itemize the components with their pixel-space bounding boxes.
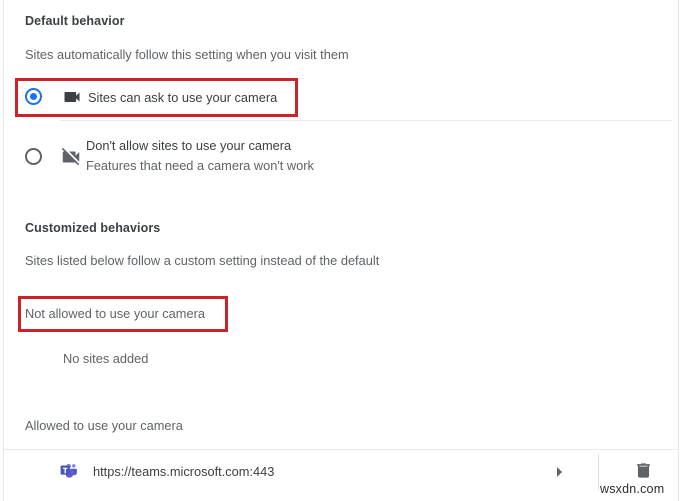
customized-behaviors-title: Customized behaviors [25,221,161,235]
radio-sublabel-dont-allow: Features that need a camera won't work [86,158,314,173]
camera-icon [62,87,82,107]
radio-button-sites-can-ask[interactable] [25,88,42,105]
site-row-action-divider [598,454,599,490]
chevron-right-icon[interactable] [554,466,564,481]
microsoft-teams-icon [60,462,78,480]
trash-icon[interactable] [634,461,653,480]
default-behavior-subtitle: Sites automatically follow this setting … [25,47,349,62]
radio-label-sites-can-ask: Sites can ask to use your camera [88,90,278,105]
radio-button-dont-allow[interactable] [25,148,42,165]
customized-behaviors-subtitle: Sites listed below follow a custom setti… [25,253,380,268]
watermark: wsxdn.com [600,482,665,496]
radio-row-sites-can-ask[interactable]: Sites can ask to use your camera [0,75,690,121]
site-row-teams[interactable]: https://teams.microsoft.com:443 [0,450,690,494]
option-divider [60,120,672,121]
site-url-teams: https://teams.microsoft.com:443 [93,464,275,479]
group-label-not-allowed: Not allowed to use your camera [25,306,205,321]
radio-label-dont-allow: Don't allow sites to use your camera [86,138,292,153]
camera-permissions-settings-page: Default behavior Sites automatically fol… [0,0,690,501]
camera-off-icon [60,146,80,166]
group-label-allowed: Allowed to use your camera [25,418,183,433]
default-behavior-title: Default behavior [25,14,125,28]
radio-row-dont-allow[interactable]: Don't allow sites to use your camera Fea… [0,132,690,188]
empty-state-not-allowed: No sites added [63,351,149,366]
